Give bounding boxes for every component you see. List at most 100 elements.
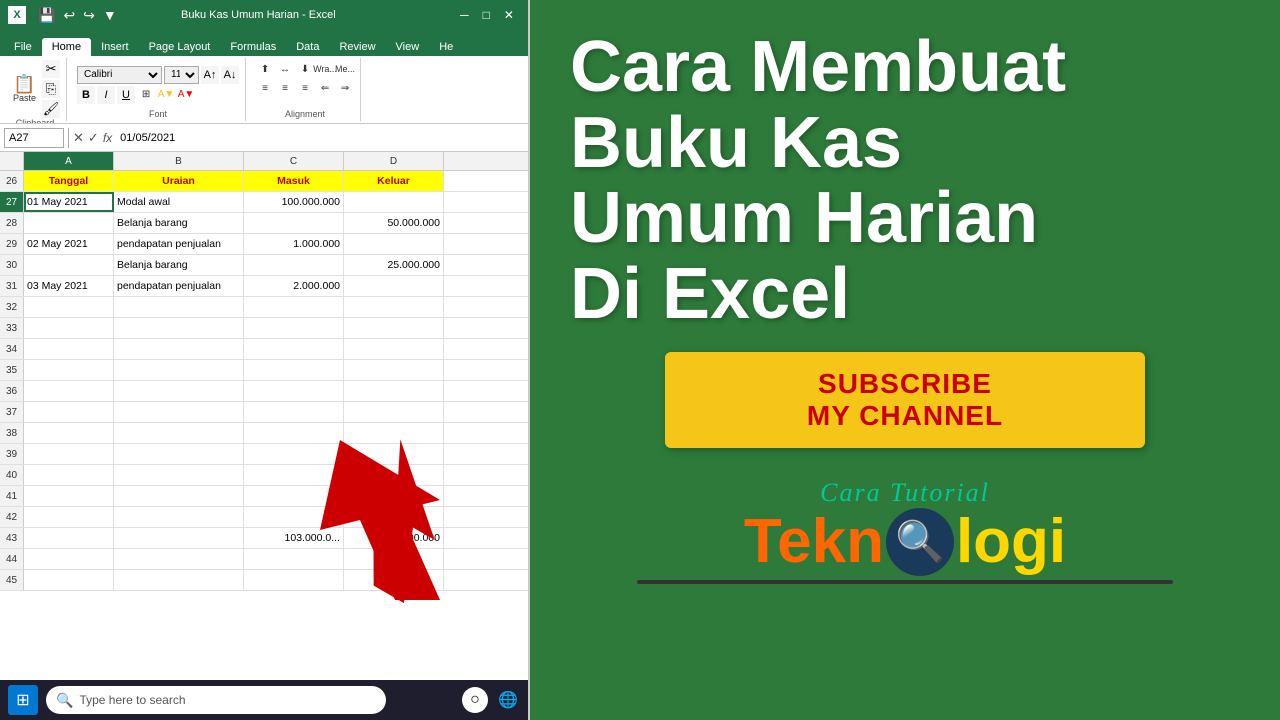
cell[interactable] xyxy=(244,402,344,422)
cell[interactable] xyxy=(114,528,244,548)
cell[interactable] xyxy=(344,318,444,338)
increase-indent-button[interactable]: ⇒ xyxy=(336,79,354,97)
cell[interactable] xyxy=(244,255,344,275)
cell[interactable] xyxy=(344,234,444,254)
tab-file[interactable]: File xyxy=(4,38,42,56)
cell[interactable] xyxy=(24,507,114,527)
cell[interactable] xyxy=(244,381,344,401)
start-button[interactable]: ⊞ xyxy=(8,685,38,715)
cell[interactable]: Uraian xyxy=(114,171,244,191)
align-right-button[interactable]: ≡ xyxy=(296,79,314,97)
font-color-button[interactable]: A▼ xyxy=(177,86,195,104)
customize-qat-icon[interactable]: ▼ xyxy=(101,7,119,24)
cell[interactable] xyxy=(114,444,244,464)
cell[interactable]: Tanggal xyxy=(24,171,114,191)
cell[interactable] xyxy=(244,360,344,380)
cell[interactable] xyxy=(244,318,344,338)
close-button[interactable]: ✕ xyxy=(498,8,520,22)
cell[interactable]: pendapatan penjualan xyxy=(114,234,244,254)
cell[interactable]: 03 May 2021 xyxy=(24,276,114,296)
col-header-d[interactable]: D xyxy=(344,152,444,170)
decrease-indent-button[interactable]: ⇐ xyxy=(316,79,334,97)
align-center-button[interactable]: ≡ xyxy=(276,79,294,97)
subscribe-button[interactable]: SUBSCRIBE MY CHANNEL xyxy=(665,352,1145,448)
cell[interactable]: Keluar xyxy=(344,171,444,191)
formula-input[interactable] xyxy=(116,128,524,148)
cell[interactable]: Belanja barang xyxy=(114,213,244,233)
cell[interactable] xyxy=(344,276,444,296)
cell[interactable]: 50.000.000 xyxy=(344,213,444,233)
cell[interactable] xyxy=(344,549,444,569)
bold-button[interactable]: B xyxy=(77,86,95,104)
fill-color-button[interactable]: A▼ xyxy=(157,86,175,104)
format-painter-button[interactable]: 🖌 xyxy=(42,100,60,118)
cell[interactable] xyxy=(114,465,244,485)
cell[interactable] xyxy=(114,507,244,527)
cell[interactable] xyxy=(244,213,344,233)
wrap-text-button[interactable]: Wra... xyxy=(316,60,334,78)
paste-button[interactable]: 📋 Paste xyxy=(10,73,39,105)
cell[interactable] xyxy=(24,297,114,317)
cell[interactable] xyxy=(24,213,114,233)
copy-button[interactable]: ⎘ xyxy=(42,80,60,98)
cell[interactable] xyxy=(244,339,344,359)
cell[interactable] xyxy=(24,486,114,506)
col-header-c[interactable]: C xyxy=(244,152,344,170)
cell[interactable]: 75.000.000 xyxy=(344,528,444,548)
confirm-formula-icon[interactable]: ✓ xyxy=(88,130,99,146)
cell[interactable] xyxy=(24,402,114,422)
tab-home[interactable]: Home xyxy=(42,38,91,56)
cell[interactable] xyxy=(344,507,444,527)
cell[interactable] xyxy=(244,465,344,485)
cell[interactable] xyxy=(114,402,244,422)
cell[interactable] xyxy=(344,570,444,590)
cancel-formula-icon[interactable]: ✕ xyxy=(73,130,84,146)
save-icon[interactable]: 💾 xyxy=(36,7,57,24)
underline-button[interactable]: U xyxy=(117,86,135,104)
cell[interactable] xyxy=(24,318,114,338)
cell[interactable] xyxy=(114,297,244,317)
cell[interactable] xyxy=(244,486,344,506)
align-bottom-button[interactable]: ⬇ xyxy=(296,60,314,78)
cell[interactable] xyxy=(24,339,114,359)
cell[interactable]: 1.000.000 xyxy=(244,234,344,254)
cortana-icon[interactable]: ○ xyxy=(462,687,488,713)
cell[interactable] xyxy=(244,444,344,464)
col-header-a[interactable]: A xyxy=(24,152,114,170)
cell[interactable] xyxy=(114,549,244,569)
cell[interactable] xyxy=(114,360,244,380)
cell[interactable] xyxy=(344,381,444,401)
font-name-select[interactable]: Calibri xyxy=(77,66,162,84)
cell[interactable] xyxy=(24,423,114,443)
cell[interactable] xyxy=(24,444,114,464)
cell[interactable]: 103.000.0... xyxy=(244,528,344,548)
cut-button[interactable]: ✂ xyxy=(42,60,60,78)
cell[interactable] xyxy=(344,339,444,359)
cell[interactable] xyxy=(24,465,114,485)
font-size-select[interactable]: 11 xyxy=(164,66,199,84)
cell[interactable] xyxy=(24,360,114,380)
edge-icon[interactable]: 🌐 xyxy=(494,686,522,714)
increase-font-button[interactable]: A↑ xyxy=(201,66,219,84)
italic-button[interactable]: I xyxy=(97,86,115,104)
cell[interactable] xyxy=(344,360,444,380)
cell[interactable] xyxy=(114,381,244,401)
maximize-button[interactable]: □ xyxy=(477,8,496,22)
redo-icon[interactable]: ↪ xyxy=(81,7,97,24)
cell[interactable] xyxy=(344,423,444,443)
cell[interactable]: 2.000.000 xyxy=(244,276,344,296)
cell[interactable] xyxy=(244,507,344,527)
cell[interactable]: pendapatan penjualan xyxy=(114,276,244,296)
cell[interactable] xyxy=(24,528,114,548)
tab-help[interactable]: He xyxy=(429,38,463,56)
cell[interactable]: 25.000.000 xyxy=(344,255,444,275)
cell[interactable] xyxy=(114,570,244,590)
align-top-button[interactable]: ⬆ xyxy=(256,60,274,78)
cell[interactable] xyxy=(344,486,444,506)
cell[interactable] xyxy=(244,297,344,317)
cell[interactable]: 02 May 2021 xyxy=(24,234,114,254)
tab-review[interactable]: Review xyxy=(329,38,385,56)
cell[interactable] xyxy=(344,192,444,212)
align-left-button[interactable]: ≡ xyxy=(256,79,274,97)
cell[interactable]: Masuk xyxy=(244,171,344,191)
